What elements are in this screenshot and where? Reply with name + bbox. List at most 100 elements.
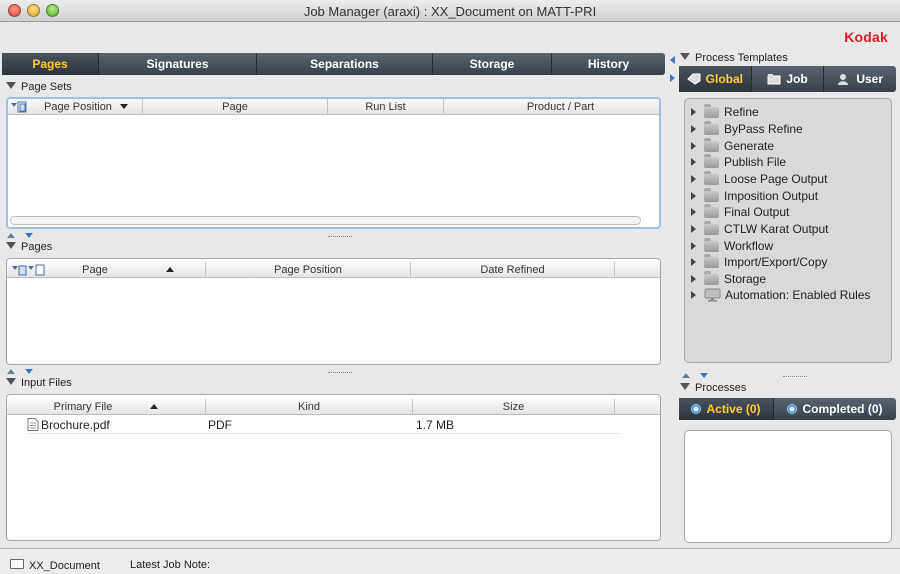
tab-active-processes[interactable]: Active (0)	[679, 398, 774, 420]
column-product-part[interactable]: Product / Part	[444, 99, 659, 115]
folder-icon	[704, 137, 719, 152]
table-row[interactable]: Brochure.pdf PDF 1.7 MB	[27, 417, 619, 434]
tab-pages[interactable]: Pages	[2, 53, 99, 75]
expand-arrow-icon[interactable]	[691, 108, 696, 116]
expand-arrow-icon[interactable]	[691, 225, 696, 233]
disclosure-down-icon[interactable]	[6, 242, 16, 249]
page-sets-label: Page Sets	[21, 81, 72, 93]
disclosure-down-icon[interactable]	[6, 82, 16, 89]
expand-down-icon[interactable]	[700, 373, 708, 378]
column-page-position[interactable]: Page Position	[206, 262, 411, 278]
sort-descending-icon	[119, 104, 128, 109]
document-icon	[10, 559, 24, 569]
right-pane: Process Templates Global Job User Refine…	[677, 50, 899, 545]
file-size: 1.7 MB	[416, 418, 455, 432]
horizontal-scrollbar[interactable]	[10, 216, 641, 225]
sort-ascending-icon	[165, 267, 174, 272]
tab-completed-processes[interactable]: Completed (0)	[774, 398, 896, 420]
tab-user[interactable]: User	[824, 66, 896, 92]
column-page-position[interactable]: Page Position	[30, 99, 143, 115]
process-list[interactable]	[684, 430, 892, 543]
tree-item-automation-enabled-rules[interactable]: Automation: Enabled Rules	[691, 287, 870, 303]
column-run-list[interactable]: Run List	[328, 99, 444, 115]
collapse-up-icon[interactable]	[682, 373, 690, 378]
user-icon	[838, 74, 849, 85]
tab-job[interactable]: Job	[752, 66, 825, 92]
pages-table[interactable]: Page Page Position Date Refined	[6, 258, 661, 365]
expand-arrow-icon[interactable]	[691, 175, 696, 183]
input-files-table[interactable]: Primary File Kind Size Brochure.pdf PDF …	[6, 394, 661, 541]
radio-icon	[787, 404, 798, 414]
automation-monitor-icon	[704, 288, 721, 302]
tree-item-imposition-output[interactable]: Imposition Output	[691, 187, 818, 204]
processes-header[interactable]: Processes	[680, 382, 746, 394]
tree-item-import-export-copy[interactable]: Import/Export/Copy	[691, 253, 827, 270]
folder-icon	[704, 220, 719, 235]
file-name: Brochure.pdf	[41, 418, 110, 432]
process-templates-header[interactable]: Process Templates	[680, 52, 788, 64]
expand-arrow-icon[interactable]	[691, 192, 696, 200]
expand-arrow-icon[interactable]	[691, 258, 696, 266]
page-sets-table[interactable]: Page Position Page Run List Product / Pa…	[6, 97, 661, 229]
column-page[interactable]: Page	[51, 262, 206, 278]
tree-item-bypass-refine[interactable]: ByPass Refine	[691, 120, 803, 137]
disclosure-down-icon[interactable]	[680, 383, 690, 390]
disclosure-down-icon[interactable]	[680, 53, 690, 60]
column-kind[interactable]: Kind	[206, 399, 413, 415]
process-template-tree[interactable]: Refine ByPass Refine Generate Publish Fi…	[684, 98, 892, 363]
window-title: Job Manager (araxi) : XX_Document on MAT…	[303, 4, 597, 19]
job-folder-icon	[767, 74, 781, 85]
tree-item-publish-file[interactable]: Publish File	[691, 153, 786, 170]
tab-storage[interactable]: Storage	[433, 53, 552, 75]
expand-down-icon[interactable]	[25, 369, 33, 374]
folder-icon	[704, 153, 719, 168]
pane-divider[interactable]	[670, 52, 676, 546]
page-sets-table-header: Page Position Page Run List Product / Pa…	[8, 99, 659, 115]
folder-icon	[704, 237, 719, 252]
folder-icon	[704, 103, 719, 118]
tree-item-workflow[interactable]: Workflow	[691, 237, 773, 254]
disclosure-down-icon[interactable]	[6, 378, 16, 385]
column-date-refined[interactable]: Date Refined	[411, 262, 615, 278]
folder-icon	[704, 253, 719, 268]
tree-item-final-output[interactable]: Final Output	[691, 203, 789, 220]
tab-history[interactable]: History	[552, 53, 665, 75]
drag-handle[interactable]	[783, 376, 807, 380]
pages-table-header: Page Page Position Date Refined	[7, 262, 660, 278]
collapse-left-icon[interactable]	[670, 56, 675, 64]
collapse-up-icon[interactable]	[7, 233, 15, 238]
page-view-icons[interactable]	[9, 262, 51, 278]
expand-arrow-icon[interactable]	[691, 158, 696, 166]
expand-arrow-icon[interactable]	[691, 242, 696, 250]
expand-arrow-icon[interactable]	[691, 291, 696, 299]
document-name: XX_Document	[29, 560, 100, 572]
expand-arrow-icon[interactable]	[691, 125, 696, 133]
input-files-header[interactable]: Input Files	[6, 377, 72, 389]
page-sets-header[interactable]: Page Sets	[6, 81, 72, 93]
collapse-up-icon[interactable]	[7, 369, 15, 374]
expand-arrow-icon[interactable]	[691, 142, 696, 150]
pages-header[interactable]: Pages	[6, 241, 52, 253]
tab-signatures[interactable]: Signatures	[99, 53, 257, 75]
radio-icon	[691, 404, 702, 414]
tab-global[interactable]: Global	[679, 66, 752, 92]
folder-icon	[704, 120, 719, 135]
tree-item-storage[interactable]: Storage	[691, 270, 766, 287]
expand-arrow-icon[interactable]	[691, 208, 696, 216]
drag-handle[interactable]	[328, 236, 352, 240]
column-chooser-icon[interactable]	[8, 99, 30, 115]
drag-handle[interactable]	[328, 372, 352, 376]
column-page[interactable]: Page	[143, 99, 328, 115]
file-kind: PDF	[208, 418, 232, 432]
expand-down-icon[interactable]	[25, 233, 33, 238]
tree-item-ctlw-karat-output[interactable]: CTLW Karat Output	[691, 220, 828, 237]
column-primary-file[interactable]: Primary File	[7, 399, 206, 415]
tree-item-generate[interactable]: Generate	[691, 137, 774, 154]
tree-item-loose-page-output[interactable]: Loose Page Output	[691, 170, 827, 187]
global-tag-icon	[686, 73, 701, 85]
column-size[interactable]: Size	[413, 399, 615, 415]
expand-right-icon[interactable]	[670, 74, 675, 82]
tree-item-refine[interactable]: Refine	[691, 103, 759, 120]
tab-separations[interactable]: Separations	[257, 53, 433, 75]
expand-arrow-icon[interactable]	[691, 275, 696, 283]
